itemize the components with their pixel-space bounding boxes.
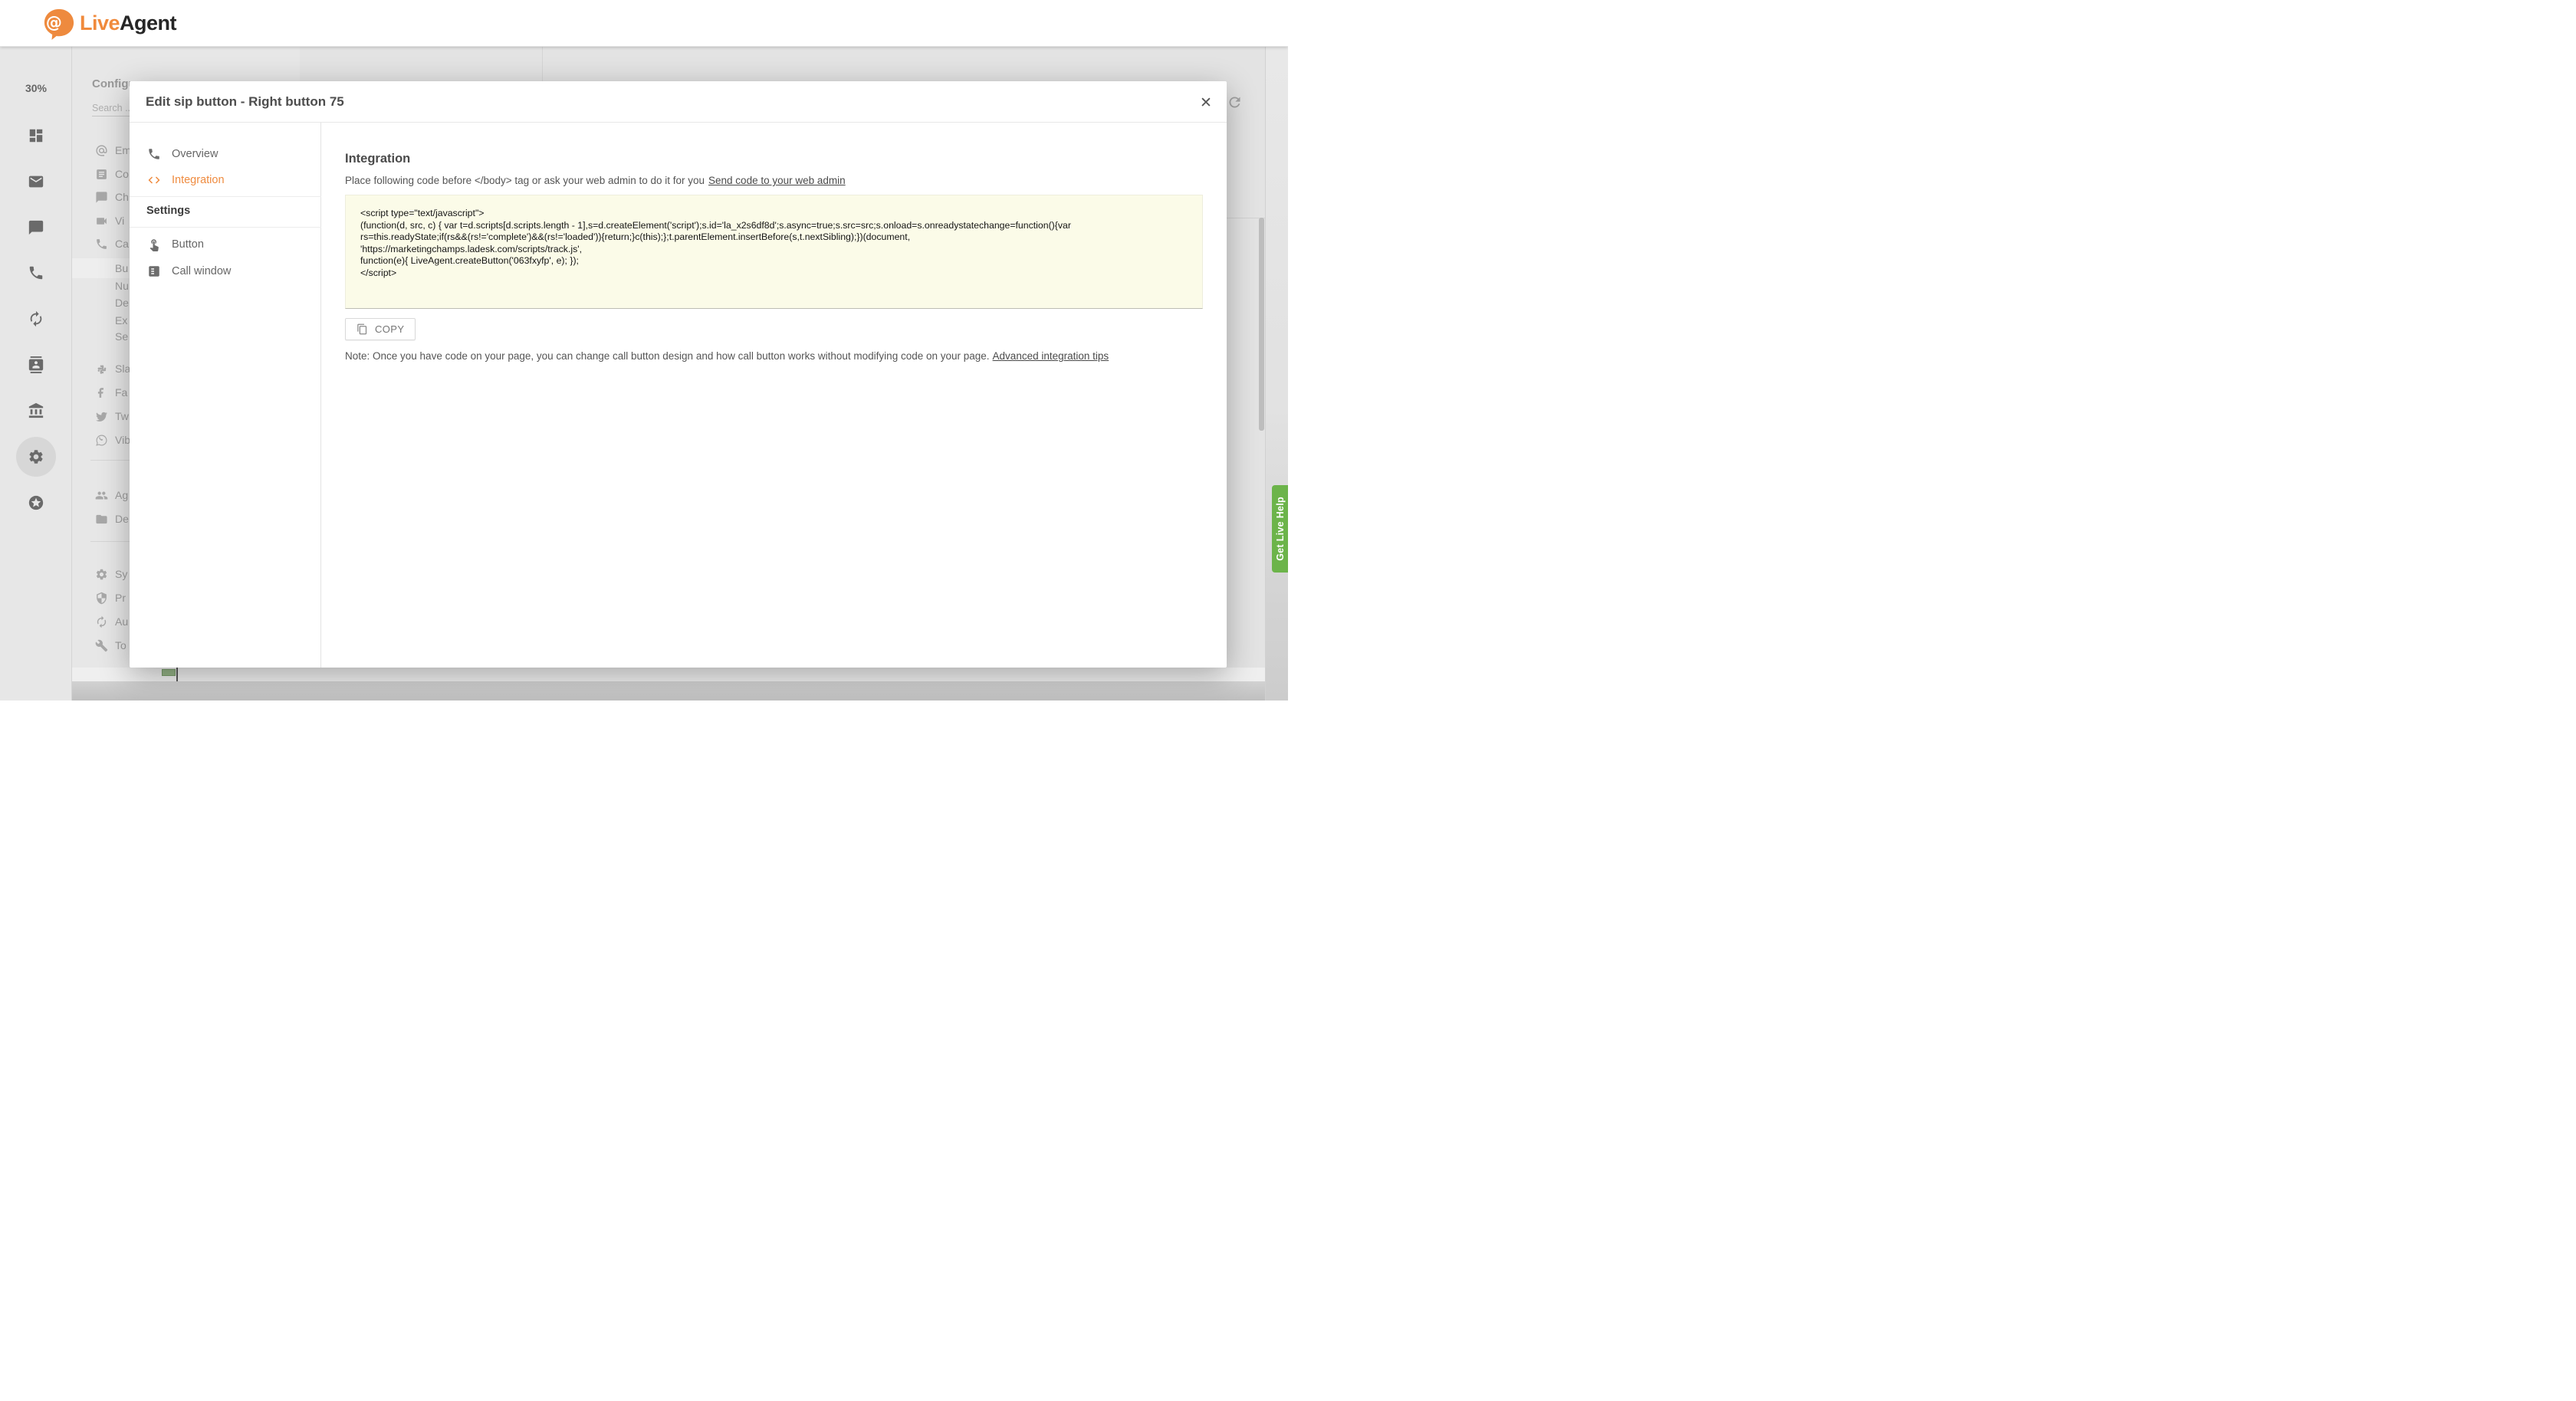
nav-divider — [130, 196, 321, 197]
integration-note: Note: Once you have code on your page, y… — [345, 350, 1150, 362]
app-area: 30% Configur Em Co Ch — [0, 47, 1288, 700]
edit-sip-button-modal: Edit sip button - Right button 75 ✕ Over… — [130, 81, 1227, 668]
window-icon — [147, 264, 161, 278]
nav-button[interactable]: Button — [130, 235, 321, 254]
nav-divider — [130, 227, 321, 228]
modal-body: Overview Integration Settings Button — [130, 123, 1227, 668]
code-line: <script type="text/javascript"> — [360, 208, 1202, 220]
brand-wordmark: LiveAgent — [80, 11, 176, 35]
integration-code-block[interactable]: <script type="text/javascript"> (functio… — [345, 195, 1203, 309]
svg-text:@: @ — [46, 14, 62, 32]
code-icon — [147, 173, 161, 187]
topbar: @ LiveAgent To solve 1 — [0, 0, 1288, 47]
phone-icon — [147, 147, 161, 161]
touch-icon — [147, 238, 161, 251]
integration-instruction: Place following code before </body> tag … — [345, 175, 846, 186]
instruction-text: Place following code before </body> tag … — [345, 175, 705, 186]
liveagent-logo-icon: @ — [43, 8, 75, 40]
brand-live: Live — [80, 11, 120, 34]
get-live-help-tab[interactable]: Get Live Help — [1272, 485, 1288, 573]
nav-label: Integration — [172, 174, 225, 186]
integration-heading: Integration — [345, 152, 410, 166]
brand-agent: Agent — [120, 11, 176, 34]
nav-label: Button — [172, 238, 204, 251]
code-line: 'https://marketingchamps.ladesk.com/scri… — [360, 244, 1202, 256]
nav-label: Call window — [172, 265, 231, 277]
nav-settings-header: Settings — [146, 205, 190, 217]
nav-call-window[interactable]: Call window — [130, 261, 321, 281]
get-live-help-label: Get Live Help — [1275, 497, 1286, 561]
code-line: function(e){ LiveAgent.createButton('063… — [360, 255, 1202, 267]
nav-integration[interactable]: Integration — [130, 170, 321, 190]
copy-label: COPY — [375, 323, 404, 335]
copy-button[interactable]: COPY — [345, 318, 416, 340]
integration-panel: Integration Place following code before … — [321, 123, 1227, 668]
advanced-tips-link[interactable]: Advanced integration tips — [993, 350, 1109, 362]
copy-icon — [356, 323, 368, 335]
note-text: Note: Once you have code on your page, y… — [345, 350, 990, 362]
code-line: </script> — [360, 267, 1202, 280]
screen: @ LiveAgent To solve 1 — [0, 0, 1288, 700]
code-line: rs=this.readyState;if(rs&&(rs!='complete… — [360, 231, 1202, 244]
close-icon[interactable]: ✕ — [1194, 91, 1217, 114]
modal-title: Edit sip button - Right button 75 — [146, 81, 344, 123]
code-line: (function(d, src, c) { var t=d.scripts[d… — [360, 220, 1202, 232]
modal-header: Edit sip button - Right button 75 ✕ — [130, 81, 1227, 123]
nav-overview[interactable]: Overview — [130, 144, 321, 164]
modal-nav: Overview Integration Settings Button — [130, 123, 321, 668]
send-code-link[interactable]: Send code to your web admin — [708, 175, 846, 186]
nav-label: Overview — [172, 148, 218, 160]
